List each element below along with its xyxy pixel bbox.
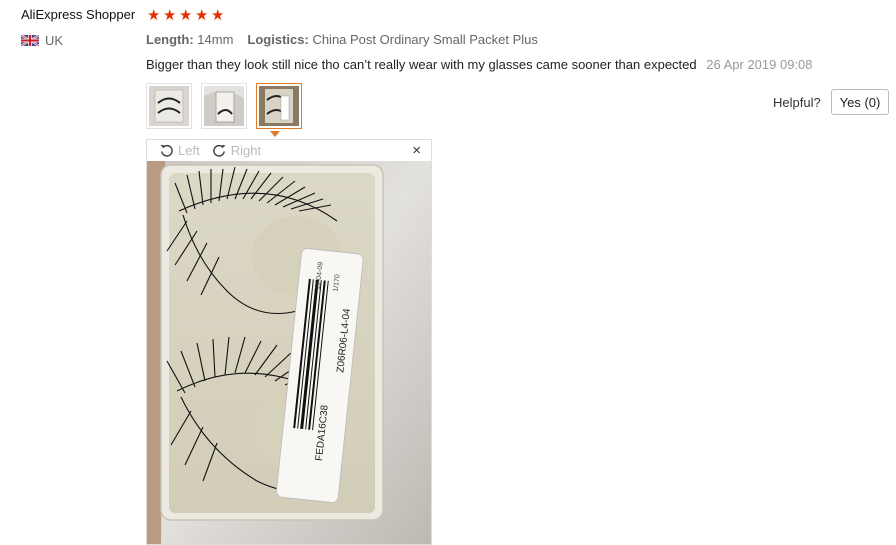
star-icon: ★ [195, 7, 209, 24]
rotate-right-icon [212, 144, 226, 157]
rotate-left-label: Left [178, 143, 200, 158]
uk-flag-icon [21, 35, 39, 46]
logistics-info: Logistics: China Post Ordinary Small Pac… [247, 32, 537, 47]
helpful-yes-button[interactable]: Yes (0) [831, 89, 889, 115]
rotate-left-button[interactable]: Left [159, 143, 200, 158]
star-icon: ★ [163, 7, 177, 24]
review-text-row: Bigger than they look still nice tho can… [146, 57, 813, 72]
selected-thumbnail-caret [270, 131, 280, 137]
reviewer-country: UK [21, 33, 63, 48]
star-icon: ★ [179, 7, 193, 24]
review-date: 26 Apr 2019 09:08 [706, 57, 813, 72]
logistics-value: China Post Ordinary Small Packet Plus [312, 32, 538, 47]
rotate-right-button[interactable]: Right [212, 143, 261, 158]
logistics-label: Logistics: [247, 32, 309, 47]
length-info: Length: 14mm [146, 32, 233, 47]
thumbnail-image [259, 86, 299, 126]
thumbnail-image [149, 86, 189, 126]
star-icon: ★ [147, 7, 161, 24]
country-code: UK [45, 33, 64, 48]
thumbnail-image [204, 86, 244, 126]
thumbnail-3[interactable] [256, 83, 302, 129]
length-label: Length: [146, 32, 194, 47]
helpful-label: Helpful? [773, 95, 821, 110]
rating-stars: ★ ★ ★ ★ ★ [147, 8, 226, 23]
image-viewer: Left Right × FEDA16C38 Z06R06-L4-04 19-0… [146, 139, 432, 545]
rotate-right-label: Right [230, 143, 262, 158]
star-icon: ★ [211, 7, 225, 24]
reviewer-name: AliExpress Shopper [21, 7, 136, 22]
review-photo: FEDA16C38 Z06R06-L4-04 19-04-09 1/170 [147, 161, 431, 544]
review-thumbnails [146, 83, 302, 129]
length-value: 14mm [197, 32, 234, 47]
review-text: Bigger than they look still nice tho can… [146, 57, 697, 72]
review-meta: Length: 14mm Logistics: China Post Ordin… [146, 32, 538, 47]
viewer-toolbar: Left Right × [147, 140, 431, 161]
thumbnail-2[interactable] [201, 83, 247, 129]
thumbnail-1[interactable] [146, 83, 192, 129]
close-icon[interactable]: × [412, 142, 421, 159]
rotate-left-icon [160, 144, 173, 157]
